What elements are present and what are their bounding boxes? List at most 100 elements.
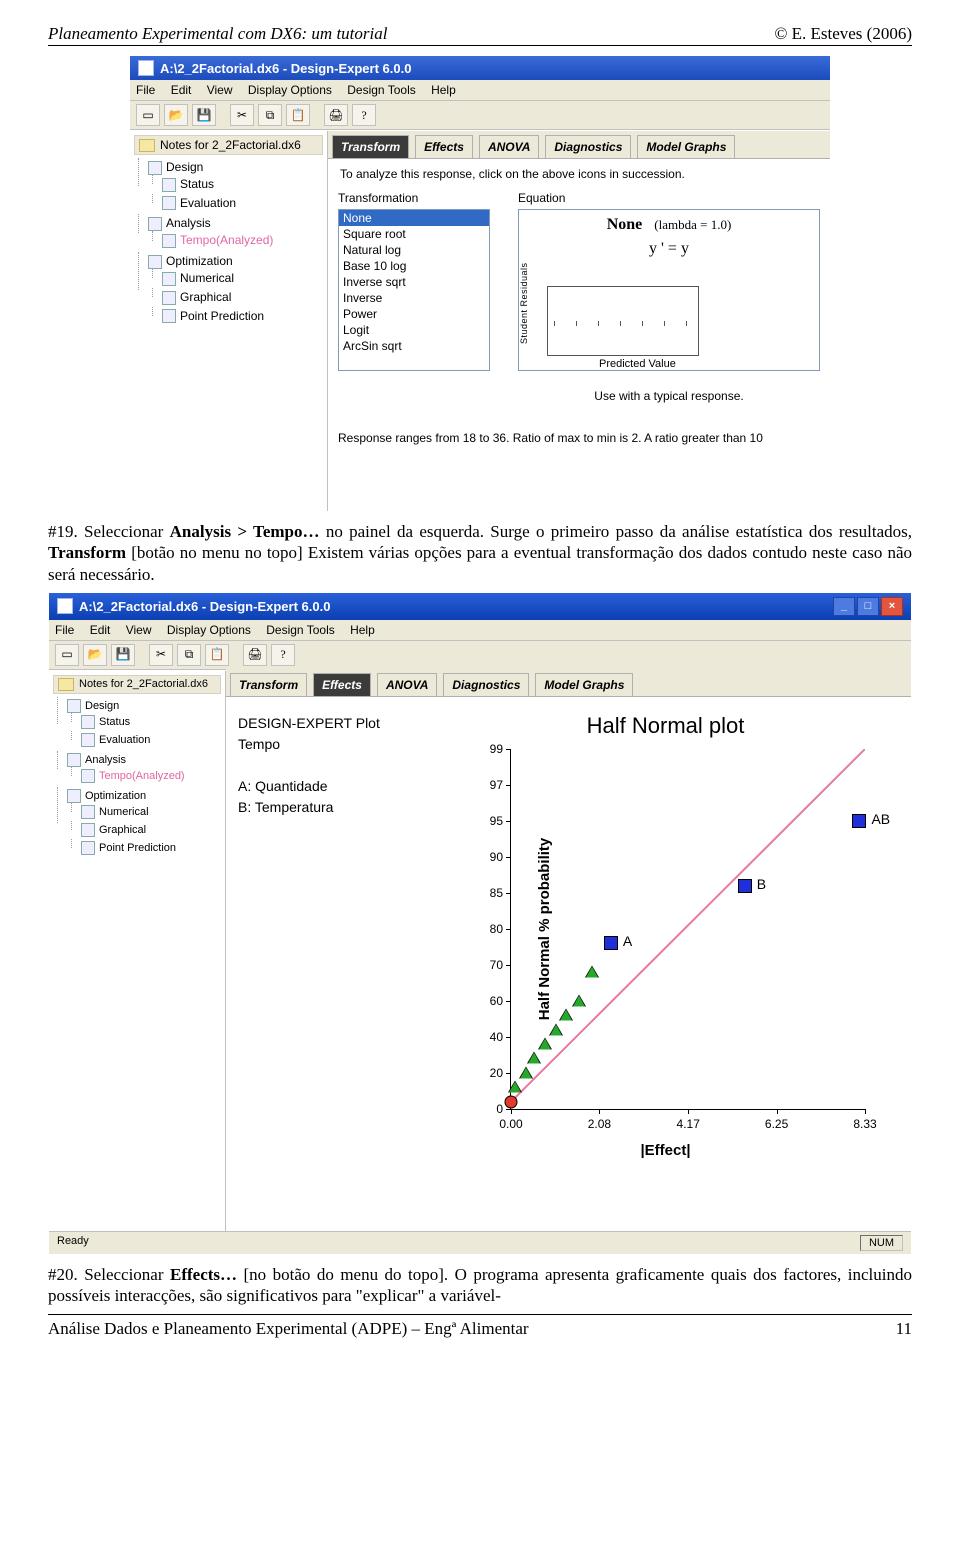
chart-point-insignificant[interactable] xyxy=(586,966,598,977)
tab-anova[interactable]: ANOVA xyxy=(377,673,437,696)
page-icon xyxy=(162,291,176,305)
open-icon[interactable]: 📂 xyxy=(164,104,188,126)
new-icon[interactable]: ▭ xyxy=(55,644,79,666)
tree-root[interactable]: Notes for 2_2Factorial.dx6 xyxy=(134,135,323,155)
y-tick-label: 0 xyxy=(475,1102,503,1116)
page-icon xyxy=(81,823,95,837)
tree-point-prediction[interactable]: Point Prediction xyxy=(81,839,221,857)
save-icon[interactable]: 💾 xyxy=(111,644,135,666)
chart-point-insignificant[interactable] xyxy=(573,995,585,1006)
miniplot xyxy=(547,286,699,356)
tree-point-prediction[interactable]: Point Prediction xyxy=(162,307,323,326)
tab-effects[interactable]: Effects xyxy=(415,135,473,158)
chart-point-insignificant[interactable] xyxy=(520,1067,532,1078)
minimize-icon[interactable]: _ xyxy=(833,597,855,616)
tree-optimization[interactable]: Optimization Numerical Graphical Point P… xyxy=(148,252,323,327)
close-icon[interactable]: × xyxy=(881,597,903,616)
chart-point-insignificant[interactable] xyxy=(560,1010,572,1021)
menu-display-options[interactable]: Display Options xyxy=(167,623,251,637)
chart-point-insignificant[interactable] xyxy=(509,1082,521,1093)
menu-edit[interactable]: Edit xyxy=(90,623,111,637)
tab-diagnostics[interactable]: Diagnostics xyxy=(443,673,529,696)
menu-design-tools[interactable]: Design Tools xyxy=(266,623,334,637)
page-icon xyxy=(148,161,162,175)
tree-graphical[interactable]: Graphical xyxy=(162,288,323,307)
page-icon xyxy=(148,255,162,269)
page-icon xyxy=(81,715,95,729)
menu-view[interactable]: View xyxy=(207,83,233,97)
tab-model-graphs[interactable]: Model Graphs xyxy=(535,673,633,696)
chart-point-insignificant[interactable] xyxy=(550,1024,562,1035)
tree-analysis[interactable]: Analysis Tempo(Analyzed) xyxy=(67,751,221,787)
chart-point-A[interactable] xyxy=(604,936,618,950)
tree-root-2[interactable]: Notes for 2_2Factorial.dx6 xyxy=(53,675,221,694)
chart-point-AB[interactable] xyxy=(852,814,866,828)
menu-design-tools[interactable]: Design Tools xyxy=(347,83,415,97)
tree-evaluation[interactable]: Evaluation xyxy=(81,731,221,749)
paste-icon[interactable]: 📋 xyxy=(286,104,310,126)
transform-option-logit[interactable]: Logit xyxy=(339,322,489,338)
copy-icon[interactable]: ⧉ xyxy=(258,104,282,126)
tab-diagnostics[interactable]: Diagnostics xyxy=(545,135,631,158)
transform-option-inverse[interactable]: Inverse xyxy=(339,290,489,306)
transform-option-base10-log[interactable]: Base 10 log xyxy=(339,258,489,274)
paste-icon[interactable]: 📋 xyxy=(205,644,229,666)
chart-point-insignificant[interactable] xyxy=(539,1038,551,1049)
tree-design[interactable]: Design Status Evaluation xyxy=(67,697,221,751)
transform-option-power[interactable]: Power xyxy=(339,306,489,322)
tree-status[interactable]: Status xyxy=(81,713,221,731)
transform-option-natural-log[interactable]: Natural log xyxy=(339,242,489,258)
copy-icon[interactable]: ⧉ xyxy=(177,644,201,666)
new-icon[interactable]: ▭ xyxy=(136,104,160,126)
save-icon[interactable]: 💾 xyxy=(192,104,216,126)
maximize-icon[interactable]: □ xyxy=(857,597,879,616)
menu-edit[interactable]: Edit xyxy=(171,83,192,97)
print-icon[interactable]: 🖨 xyxy=(324,104,348,126)
menu-file[interactable]: File xyxy=(55,623,74,637)
tree-graphical[interactable]: Graphical xyxy=(81,821,221,839)
page-icon xyxy=(81,805,95,819)
tree-analysis[interactable]: Analysis Tempo(Analyzed) xyxy=(148,214,323,252)
window-titlebar-2: A:\2_2Factorial.dx6 - Design-Expert 6.0.… xyxy=(49,593,911,620)
footer-left: Análise Dados e Planeamento Experimental… xyxy=(48,1319,529,1339)
status-num: NUM xyxy=(860,1235,903,1251)
transform-option-inverse-sqrt[interactable]: Inverse sqrt xyxy=(339,274,489,290)
chart-point-error[interactable] xyxy=(505,1095,518,1108)
menu-file[interactable]: File xyxy=(136,83,155,97)
eq-formula: y ' = y xyxy=(519,236,819,258)
tree-tempo[interactable]: Tempo(Analyzed) xyxy=(81,767,221,785)
transformation-listbox[interactable]: None Square root Natural log Base 10 log… xyxy=(338,209,490,371)
cut-icon[interactable]: ✂ xyxy=(230,104,254,126)
tab-effects[interactable]: Effects xyxy=(313,673,371,696)
chart-point-insignificant[interactable] xyxy=(528,1053,540,1064)
tree-design[interactable]: Design Status Evaluation xyxy=(148,158,323,214)
menu-display-options[interactable]: Display Options xyxy=(248,83,332,97)
tree-tempo[interactable]: Tempo(Analyzed) xyxy=(162,231,323,250)
help-icon[interactable]: ? xyxy=(271,644,295,666)
tree-numerical[interactable]: Numerical xyxy=(162,269,323,288)
help-icon[interactable]: ? xyxy=(352,104,376,126)
chart-point-B[interactable] xyxy=(738,879,752,893)
menu-help[interactable]: Help xyxy=(431,83,456,97)
open-icon[interactable]: 📂 xyxy=(83,644,107,666)
tree-optimization[interactable]: Optimization Numerical Graphical Point P… xyxy=(67,787,221,859)
y-tick-label: 40 xyxy=(475,1030,503,1044)
plot-meta-title: DESIGN-EXPERT Plot xyxy=(238,713,428,734)
transform-option-arcsin-sqrt[interactable]: ArcSin sqrt xyxy=(339,338,489,354)
tree-numerical[interactable]: Numerical xyxy=(81,803,221,821)
cut-icon[interactable]: ✂ xyxy=(149,644,173,666)
transform-option-square-root[interactable]: Square root xyxy=(339,226,489,242)
tab-transform[interactable]: Transform xyxy=(332,135,409,158)
x-tick-label: 4.17 xyxy=(677,1117,700,1131)
half-normal-chart[interactable]: Half Normal % probability 02040607080859… xyxy=(510,749,865,1110)
plot-meta-b: B: Temperatura xyxy=(238,797,428,818)
tab-model-graphs[interactable]: Model Graphs xyxy=(637,135,735,158)
tab-anova[interactable]: ANOVA xyxy=(479,135,539,158)
print-icon[interactable]: 🖨 xyxy=(243,644,267,666)
tab-transform[interactable]: Transform xyxy=(230,673,307,696)
menu-help[interactable]: Help xyxy=(350,623,375,637)
transform-option-none[interactable]: None xyxy=(339,210,489,226)
menu-view[interactable]: View xyxy=(126,623,152,637)
tree-status[interactable]: Status xyxy=(162,175,323,194)
tree-evaluation[interactable]: Evaluation xyxy=(162,194,323,213)
